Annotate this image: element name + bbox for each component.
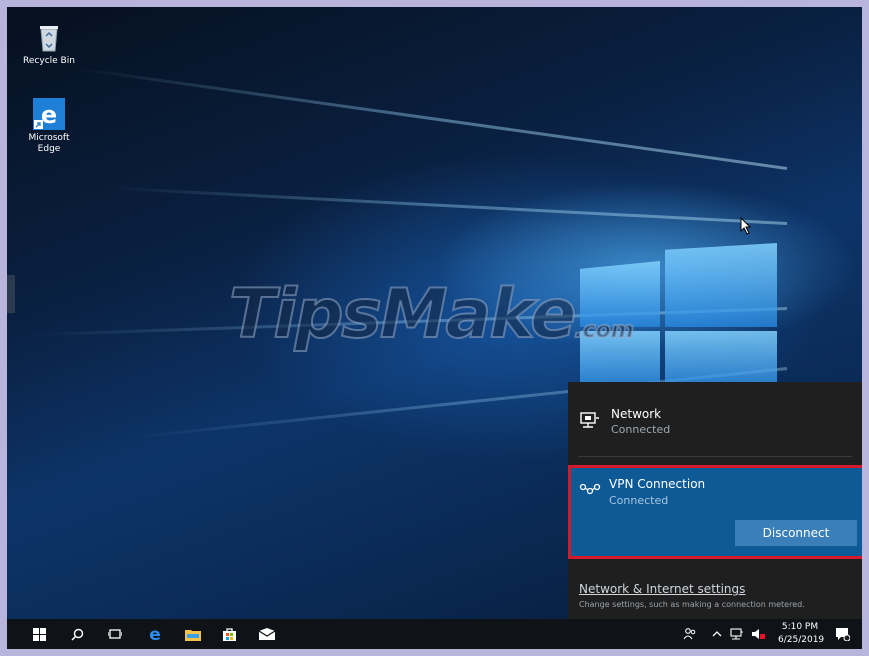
vpn-status: Connected (609, 494, 669, 507)
logo-pane (665, 331, 777, 389)
recycle-bin-icon (33, 21, 65, 53)
screenshot-frame: Recycle Bin e Microsoft Edge TipsMake.co… (7, 7, 862, 649)
logo-pane (665, 243, 777, 327)
network-tray-icon (730, 628, 743, 640)
side-handle[interactable] (7, 275, 15, 313)
network-item-vpn[interactable]: VPN Connection Connected Disconnect (568, 465, 862, 559)
wallpaper-beam (107, 186, 788, 225)
file-explorer-button[interactable] (179, 619, 207, 649)
desktop-icon-recycle-bin[interactable]: Recycle Bin (19, 21, 79, 67)
svg-text:e: e (149, 626, 161, 642)
notification-icon (835, 628, 850, 641)
disconnect-button[interactable]: Disconnect (735, 520, 857, 546)
vpn-title: VPN Connection (609, 477, 706, 491)
desktop-icon-label: Recycle Bin (23, 56, 75, 66)
store-button[interactable] (215, 619, 243, 649)
watermark-text: TipsMake (228, 274, 577, 355)
search-icon (70, 628, 83, 641)
store-icon (222, 627, 236, 641)
network-settings-link[interactable]: Network & Internet settings (579, 582, 745, 596)
taskbar-edge-button[interactable]: e (141, 619, 169, 649)
watermark-suffix: .com (573, 317, 634, 344)
action-center-button[interactable] (829, 619, 855, 649)
network-title: Network (611, 407, 662, 421)
volume-muted-icon (752, 629, 765, 639)
ethernet-icon (580, 412, 599, 428)
network-status: Connected (611, 423, 671, 436)
mail-button[interactable] (253, 619, 281, 649)
task-view-icon (108, 629, 122, 639)
start-button[interactable] (25, 619, 53, 649)
desktop-icon-label: Microsoft Edge (28, 133, 70, 154)
taskbar: e 5:10 PM 6/25/2019 (7, 619, 862, 649)
volume-tray-button[interactable] (748, 619, 768, 649)
people-icon (683, 628, 696, 640)
edge-icon: e (149, 626, 161, 642)
divider (578, 456, 852, 457)
show-hidden-icons-button[interactable] (708, 619, 726, 649)
wallpaper-beam (73, 66, 788, 170)
svg-text:e: e (41, 101, 57, 129)
network-flyout: Network Connected VPN Connection Connect… (568, 382, 862, 619)
mouse-cursor-icon (740, 217, 752, 235)
search-button[interactable] (63, 619, 91, 649)
tray-date[interactable]: 6/25/2019 (778, 635, 824, 645)
tray-time[interactable]: 5:10 PM (778, 622, 822, 632)
start-icon (32, 627, 46, 641)
network-item-ethernet[interactable]: Network Connected (568, 382, 862, 456)
file-explorer-icon (185, 629, 201, 641)
vpn-icon (579, 483, 601, 495)
desktop-icon-edge[interactable]: e Microsoft Edge (19, 98, 79, 155)
chevron-up-icon (712, 631, 722, 637)
mail-icon (259, 628, 275, 640)
task-view-button[interactable] (101, 619, 129, 649)
network-tray-button[interactable] (728, 619, 746, 649)
watermark: TipsMake.com (228, 274, 635, 355)
edge-icon: e (33, 98, 65, 130)
network-settings-description: Change settings, such as making a connec… (579, 600, 805, 609)
people-button[interactable] (679, 619, 701, 649)
